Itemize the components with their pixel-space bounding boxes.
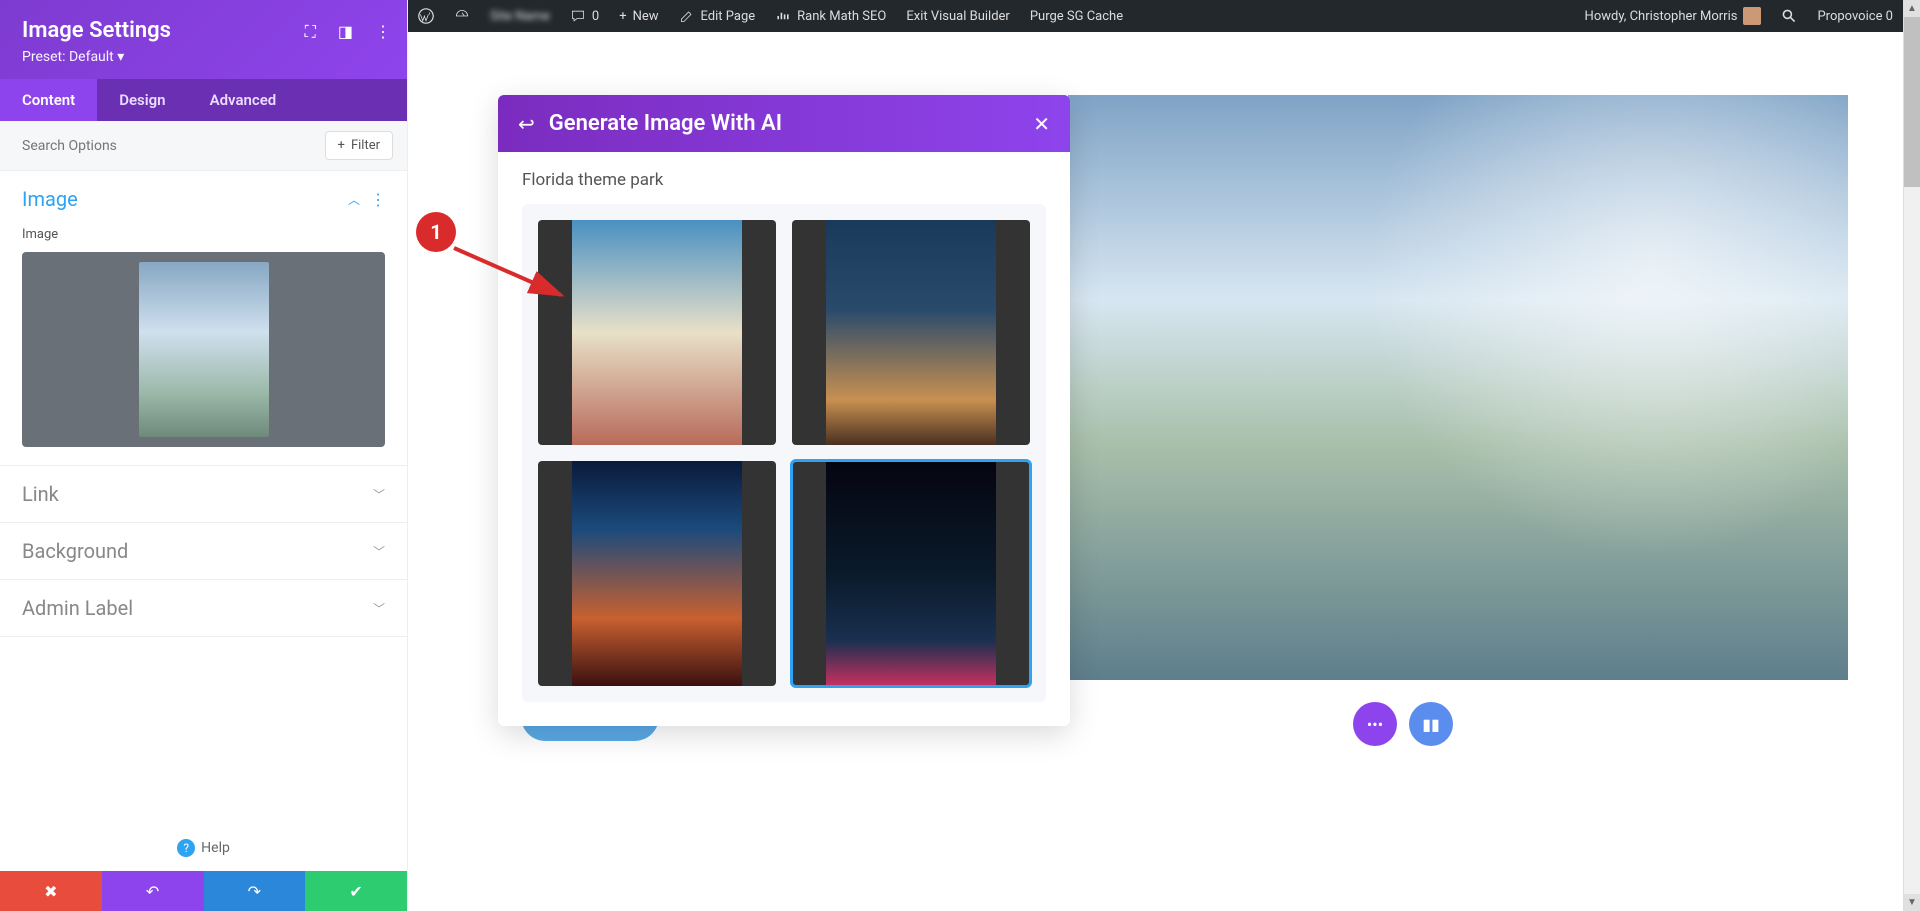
sections-list: Image ︿ ⋮ Image Link﹀ Background﹀ Admin … — [0, 171, 407, 825]
discard-button[interactable]: ✖ — [0, 871, 102, 911]
new-link[interactable]: +New — [609, 0, 668, 32]
section-image: Image ︿ ⋮ Image — [0, 171, 407, 466]
module-stats-button[interactable]: ▮▮ — [1409, 702, 1453, 746]
section-background-header[interactable]: Background﹀ — [0, 523, 407, 579]
plus-icon: + — [619, 9, 626, 24]
scroll-down-icon[interactable]: ▼ — [1904, 894, 1920, 911]
columns-icon[interactable]: ◨ — [338, 22, 353, 42]
bars-icon: ▮▮ — [1422, 715, 1440, 734]
scroll-thumb[interactable] — [1904, 17, 1920, 187]
expand-icon[interactable]: ⛶ — [305, 22, 316, 42]
edit-page-link[interactable]: Edit Page — [669, 0, 766, 32]
wordpress-icon — [418, 8, 434, 24]
dots-icon[interactable]: ⋮ — [370, 190, 385, 209]
wp-admin-bar: Site Name 0 +New Edit Page Rank Math SEO… — [408, 0, 1903, 32]
close-icon: ✖ — [44, 882, 57, 901]
image-field-label: Image — [22, 227, 385, 242]
search-row: +Filter — [0, 121, 407, 171]
chevron-down-icon: ﹀ — [373, 486, 385, 503]
propovoice-link[interactable]: Propovoice 0 — [1807, 0, 1903, 32]
kebab-icon[interactable]: ⋮ — [375, 22, 391, 42]
redo-button[interactable]: ↷ — [204, 871, 306, 911]
scroll-up-icon[interactable]: ▲ — [1904, 0, 1920, 17]
builder-canvas: Book Now ••• ▮▮ ↩ Generate Image With AI… — [408, 32, 1903, 911]
settings-panel: Image Settings Preset: Default ▾ ⛶ ◨ ⋮ C… — [0, 0, 408, 911]
search-icon — [1781, 8, 1797, 24]
vertical-scrollbar[interactable]: ▲ ▼ — [1903, 0, 1920, 911]
hero-image[interactable] — [1068, 95, 1848, 680]
plus-icon: + — [338, 138, 345, 153]
exit-builder-link[interactable]: Exit Visual Builder — [896, 0, 1019, 32]
chevron-down-icon: ﹀ — [373, 600, 385, 617]
modal-header: ↩ Generate Image With AI ✕ — [498, 95, 1070, 152]
help-link[interactable]: ?Help — [0, 825, 407, 871]
panel-footer: ✖ ↶ ↷ ✔ — [0, 871, 407, 911]
close-button[interactable]: ✕ — [1033, 112, 1050, 136]
save-button[interactable]: ✔ — [305, 871, 407, 911]
site-name-blurred[interactable]: Site Name — [480, 0, 560, 32]
tab-design[interactable]: Design — [97, 79, 187, 121]
module-options-button[interactable]: ••• — [1353, 702, 1397, 746]
comments-count: 0 — [592, 9, 599, 24]
back-button[interactable]: ↩ — [518, 112, 535, 136]
result-image-2[interactable] — [792, 220, 1030, 445]
modal-title: Generate Image With AI — [549, 111, 1019, 136]
dots-icon: ••• — [1367, 715, 1383, 734]
filter-button[interactable]: +Filter — [325, 131, 393, 160]
howdy-user[interactable]: Howdy, Christopher Morris — [1575, 0, 1772, 32]
search-toggle[interactable] — [1771, 0, 1807, 32]
wp-logo[interactable] — [408, 0, 444, 32]
result-image-1[interactable] — [538, 220, 776, 445]
results-grid — [522, 204, 1046, 702]
gauge-icon — [454, 8, 470, 24]
undo-icon: ↶ — [146, 882, 159, 901]
dashboard-link[interactable] — [444, 0, 480, 32]
section-image-header[interactable]: Image ︿ ⋮ — [0, 171, 407, 227]
tab-advanced[interactable]: Advanced — [188, 79, 299, 121]
result-image-4[interactable] — [792, 461, 1030, 686]
bars-icon — [775, 8, 791, 24]
redo-icon: ↷ — [248, 882, 261, 901]
check-icon: ✔ — [349, 882, 362, 901]
section-link-header[interactable]: Link﹀ — [0, 466, 407, 522]
ai-generate-modal: ↩ Generate Image With AI ✕ Florida theme… — [498, 95, 1070, 726]
image-preview[interactable] — [22, 252, 385, 447]
panel-header: Image Settings Preset: Default ▾ ⛶ ◨ ⋮ — [0, 0, 407, 79]
help-icon: ? — [177, 839, 195, 857]
pencil-icon — [679, 8, 695, 24]
panel-tabs: Content Design Advanced — [0, 79, 407, 121]
undo-button[interactable]: ↶ — [102, 871, 204, 911]
section-admin-label-header[interactable]: Admin Label﹀ — [0, 580, 407, 636]
rank-math-link[interactable]: Rank Math SEO — [765, 0, 896, 32]
chevron-down-icon: ﹀ — [373, 543, 385, 560]
comments-link[interactable]: 0 — [560, 0, 609, 32]
avatar — [1743, 7, 1761, 25]
preset-selector[interactable]: Preset: Default ▾ — [22, 49, 385, 65]
comment-icon — [570, 8, 586, 24]
chevron-up-icon: ︿ — [348, 191, 360, 208]
purge-cache-link[interactable]: Purge SG Cache — [1020, 0, 1133, 32]
result-image-3[interactable] — [538, 461, 776, 686]
prompt-text: Florida theme park — [522, 170, 1046, 190]
search-input[interactable] — [22, 138, 325, 154]
tab-content[interactable]: Content — [0, 79, 97, 121]
